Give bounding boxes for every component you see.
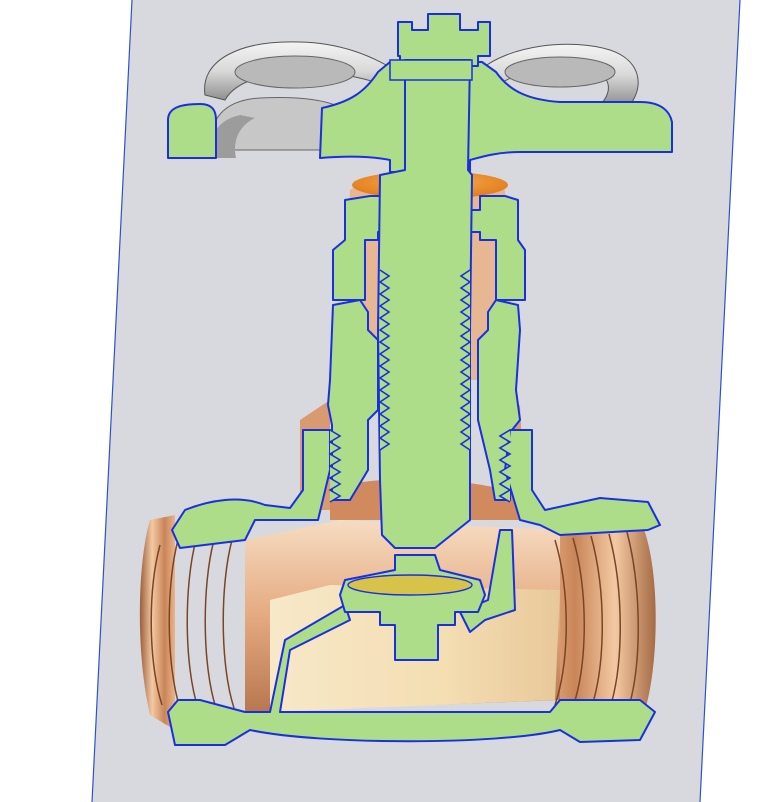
cad-viewport[interactable]: [0, 0, 782, 802]
valve-section-drawing: [91, 0, 741, 802]
handwheel-hub-section: [167, 103, 217, 159]
disc-washer: [347, 574, 473, 596]
stem-upper-collar: [389, 59, 473, 81]
